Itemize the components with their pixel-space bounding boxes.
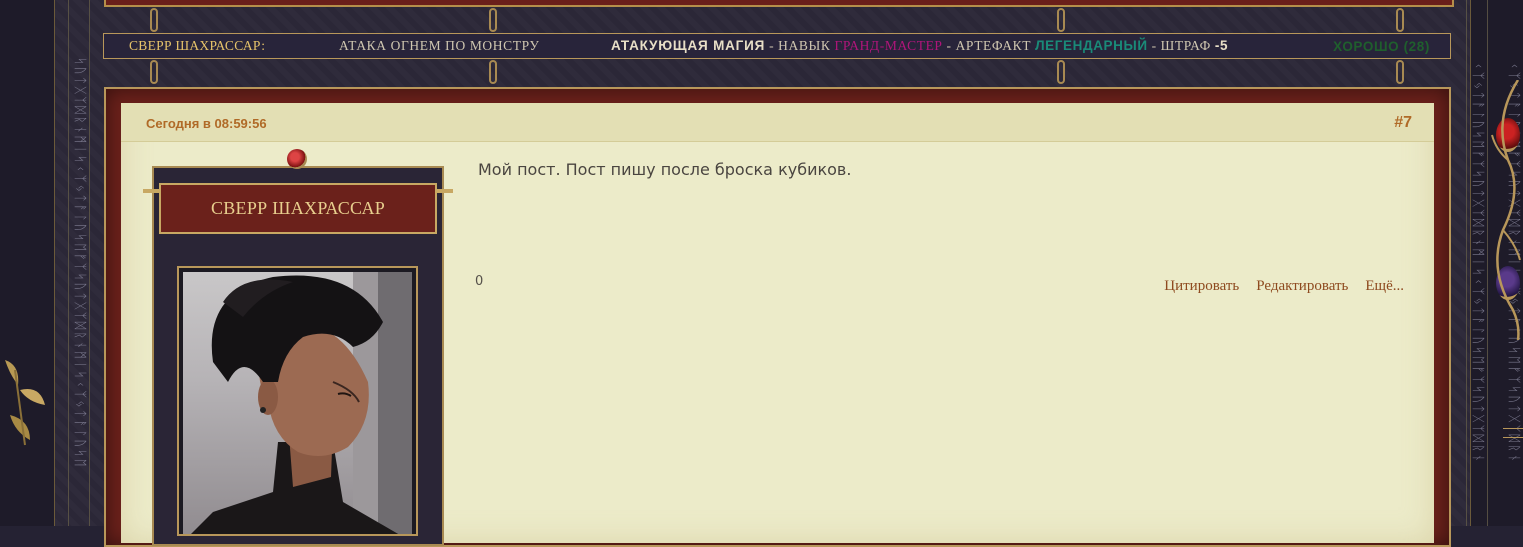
post-rating: 0	[475, 274, 484, 289]
chain-icon	[1057, 60, 1065, 84]
ruby-gem-icon	[287, 149, 307, 169]
plate-wing-left	[143, 189, 161, 193]
roll-action: АТАКА ОГНЕМ ПО МОНСТРУ	[339, 38, 540, 53]
post-actions: Цитировать Редактировать Ещё...	[1164, 278, 1404, 295]
chain-icon	[150, 60, 158, 84]
roll-character-name: СВЕРР ШАХРАССАР:	[129, 38, 266, 53]
author-name[interactable]: СВЕРР ШАХРАССАР	[159, 183, 437, 234]
post-header: Сегодня в 08:59:56 #7	[121, 103, 1434, 142]
chain-icon	[489, 8, 497, 32]
dice-roll-status-bar: СВЕРР ШАХРАССАР: АТАКА ОГНЕМ ПО МОНСТРУ …	[103, 33, 1451, 59]
previous-post-frame	[104, 0, 1454, 7]
chain-icon	[1057, 8, 1065, 32]
rune-border-left: ᛋᚢᛏᚷᛉᛞᚱᚾᛗᛁᛋᚲᛉᛃᛏᚨᛚᚢᛋᛖᚠᛉᛋᚢᛏᚷᛉᛞᚱᚾᛗᛁᛋᚲᛉᛃᛏᚨᛚᚢ…	[68, 0, 90, 526]
roll-skill-rank: ГРАНД-МАСТЕР	[834, 38, 943, 53]
rune-border-right: ᚲᛉᛃᛏᚨᛚᚢᛋᛖᚠᛉᛋᚢᛏᚷᛉᛞᚱᚾᛗᛁᛋᚲᛉᛃᛏᚨᛚᚢᛋᛖᚠᛉᛋᚢᛏᚷᛉᛞᚱ…	[1466, 0, 1488, 526]
chain-icon	[1396, 60, 1404, 84]
roll-skill-name: АТАКУЮЩАЯ МАГИЯ	[611, 38, 766, 53]
right-frame-line	[1503, 428, 1523, 438]
right-vine-ornament-icon	[1491, 80, 1521, 340]
roll-result: ХОРОШО (28)	[1333, 38, 1430, 54]
post-number-link[interactable]: #7	[1394, 114, 1412, 132]
character-portrait-icon	[191, 272, 412, 534]
leaf-ornament-icon	[5, 360, 45, 446]
roll-skill-label: - НАВЫК	[765, 38, 835, 53]
roll-penalty-label: - ШТРАФ	[1147, 38, 1215, 53]
quote-button[interactable]: Цитировать	[1164, 278, 1239, 295]
plate-wing-right	[435, 189, 453, 193]
edit-button[interactable]: Редактировать	[1256, 278, 1348, 295]
avatar[interactable]	[183, 272, 412, 534]
roll-artifact-label: - АРТЕФАКТ	[942, 38, 1036, 53]
post-timestamp-link[interactable]: Сегодня в 08:59:56	[146, 116, 267, 131]
chain-icon	[150, 8, 158, 32]
more-button[interactable]: Ещё...	[1365, 278, 1404, 295]
chain-icon	[489, 60, 497, 84]
roll-penalty-value: -5	[1214, 38, 1229, 53]
avatar-frame	[177, 266, 418, 536]
chain-icon	[1396, 8, 1404, 32]
post-body-text: Мой пост. Пост пишу после броска кубиков…	[478, 160, 852, 179]
roll-details: АТАКУЮЩАЯ МАГИЯ - НАВЫК ГРАНД-МАСТЕР - А…	[611, 38, 1228, 54]
roll-artifact-rarity: ЛЕГЕНДАРНЫЙ	[1035, 38, 1148, 53]
